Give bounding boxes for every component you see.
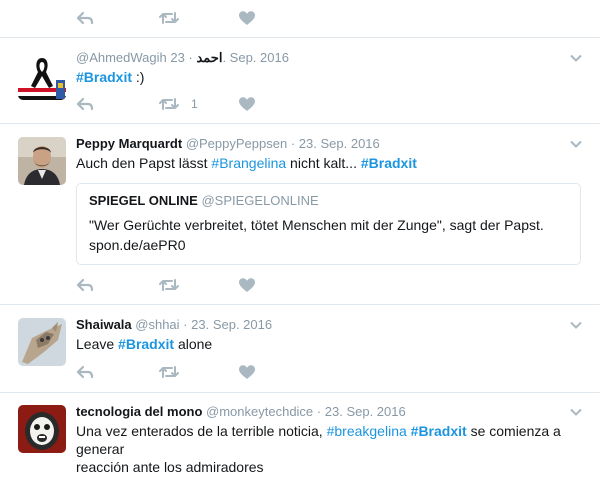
retweet-icon <box>159 279 179 291</box>
tweet-text-segment: Auch den Papst lässt <box>76 155 212 171</box>
retweet-icon <box>159 98 179 110</box>
tweet-actions: 1 <box>76 96 376 112</box>
like-button[interactable] <box>239 10 255 26</box>
retweet-button[interactable]: 1 <box>159 96 198 112</box>
like-icon <box>239 277 255 292</box>
hashtag-link[interactable]: #Bradxit <box>76 69 132 85</box>
tweet-text-segment: :) <box>132 69 145 85</box>
black-ribbon-avatar-image <box>18 58 66 100</box>
avatar[interactable] <box>18 52 66 100</box>
tweet-actions <box>76 364 376 380</box>
retweet-icon <box>159 12 179 24</box>
tweet-item: Peppy Marquardt @PeppyPeppsen · 23. Sep.… <box>0 124 600 305</box>
caret-down-icon[interactable] <box>570 52 582 64</box>
tweet-text: #Bradxit :) <box>76 68 576 86</box>
tweet-text-segment: se comienza a <box>466 423 561 439</box>
display-name[interactable]: Peppy Marquardt <box>76 136 182 151</box>
tweet-item: Shaiwala @shhai · 23. Sep. 2016 Leave #B… <box>0 305 600 393</box>
like-button[interactable] <box>239 364 255 380</box>
tweet-text-segment: nicht kalt... <box>286 155 361 171</box>
reply-icon <box>76 365 94 379</box>
caret-down-icon[interactable] <box>570 138 582 150</box>
caret-down-icon[interactable] <box>570 319 582 331</box>
tweet-actions <box>76 10 376 26</box>
man-portrait-avatar-image <box>18 137 66 185</box>
tweet-header: @AhmedWagih احمد · 23. Sep. 2016 <box>76 50 289 66</box>
tweet-text: Auch den Papst lässt #Brangelina nicht k… <box>76 154 576 172</box>
tweet-text-line: generar <box>76 441 125 457</box>
tweet-text: Una vez enterados de la terrible noticia… <box>76 422 581 476</box>
retweet-button[interactable] <box>159 277 179 293</box>
quoted-link-text: spon.de/aePR0 <box>89 237 186 253</box>
retweet-count: 1 <box>191 97 198 111</box>
hashtag-link[interactable]: #breakgelina <box>327 423 407 439</box>
like-icon <box>239 364 255 379</box>
tweet-actions <box>76 277 376 293</box>
separator-dot: · <box>290 136 296 151</box>
separator-dot: · <box>183 317 188 332</box>
tweet-text-segment: alone <box>174 336 213 352</box>
retweet-icon <box>159 366 179 378</box>
separator-dot: · <box>316 404 322 419</box>
tweet-timestamp[interactable]: 23. Sep. 2016 <box>299 136 380 151</box>
tweet-text-line: Una vez enterados de la terrible noticia… <box>76 422 581 440</box>
tweet-text-line: reacción ante los admiradores <box>76 459 264 475</box>
username[interactable]: @AhmedWagih <box>76 50 167 65</box>
reply-button[interactable] <box>76 277 94 293</box>
username[interactable]: @PeppyPeppsen <box>186 136 287 151</box>
hashtag-link[interactable]: #Bradxit <box>361 155 417 171</box>
like-button[interactable] <box>239 96 255 112</box>
caret-down-icon[interactable] <box>570 406 582 418</box>
quoted-tweet-text: "Wer Gerüchte verbreitet, tötet Menschen… <box>89 215 569 255</box>
tweet-item: tecnologia del mono @monkeytechdice · 23… <box>0 393 600 488</box>
reply-button[interactable] <box>76 96 94 112</box>
reply-button[interactable] <box>76 364 94 380</box>
username[interactable]: @monkeytechdice <box>206 404 313 419</box>
arabic-name[interactable]: احمد <box>196 50 222 65</box>
retweet-button[interactable] <box>159 364 179 380</box>
tweet-header: Shaiwala @shhai · 23. Sep. 2016 <box>76 317 272 333</box>
tweet-header: Peppy Marquardt @PeppyPeppsen · 23. Sep.… <box>76 136 380 152</box>
tweet-item: @AhmedWagih احمد · 23. Sep. 2016 #Bradxi… <box>0 38 600 124</box>
tweet-text-segment: Una vez enterados de la terrible noticia… <box>76 423 327 439</box>
reply-icon <box>76 278 94 292</box>
reply-button[interactable] <box>76 10 94 26</box>
quoted-tweet[interactable]: SPIEGEL ONLINE @SPIEGELONLINE "Wer Gerüc… <box>76 183 581 265</box>
tweet-header: tecnologia del mono @monkeytechdice · 23… <box>76 404 406 420</box>
tweet-item <box>0 0 600 38</box>
like-icon <box>239 96 255 111</box>
tweet-timestamp[interactable]: 23. Sep. 2016 <box>191 317 272 332</box>
retweet-button[interactable] <box>159 10 179 26</box>
display-name[interactable]: tecnologia del mono <box>76 404 202 419</box>
avatar[interactable] <box>18 405 66 453</box>
quoted-username: @SPIEGELONLINE <box>201 193 319 208</box>
monkey-avatar-image <box>18 405 66 453</box>
avatar[interactable] <box>18 137 66 185</box>
display-name[interactable]: Shaiwala <box>76 317 132 332</box>
tweet-text: Leave #Bradxit alone <box>76 335 576 353</box>
reply-icon <box>76 97 94 111</box>
quoted-tweet-header: SPIEGEL ONLINE @SPIEGELONLINE <box>89 193 319 208</box>
hashtag-link[interactable]: #Bradxit <box>411 423 467 439</box>
tweet-timestamp[interactable]: 23. Sep. 2016 <box>325 404 406 419</box>
separator-dot: · <box>188 50 193 65</box>
hashtag-link[interactable]: #Bradxit <box>118 336 174 352</box>
like-icon <box>239 10 255 25</box>
reply-icon <box>76 11 94 25</box>
hashtag-link[interactable]: #Brangelina <box>211 155 286 171</box>
username[interactable]: @shhai <box>135 317 179 332</box>
like-button[interactable] <box>239 277 255 293</box>
avatar[interactable] <box>18 318 66 366</box>
quoted-text-line: "Wer Gerüchte verbreitet, tötet Menschen… <box>89 217 544 233</box>
quoted-display-name: SPIEGEL ONLINE <box>89 193 198 208</box>
cat-avatar-image <box>18 318 66 366</box>
tweet-text-segment: Leave <box>76 336 119 352</box>
